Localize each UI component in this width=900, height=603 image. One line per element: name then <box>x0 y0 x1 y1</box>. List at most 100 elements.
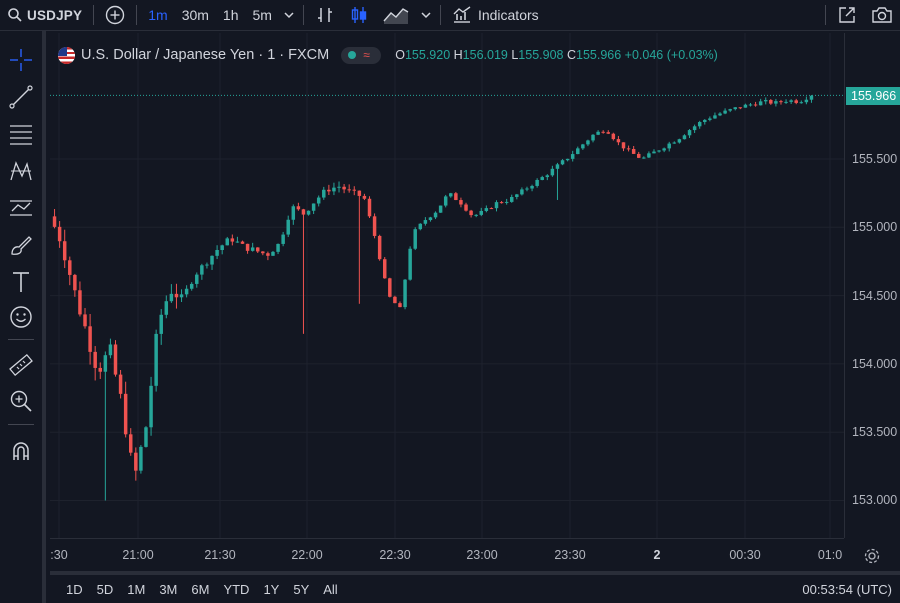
candle-body <box>738 107 743 109</box>
area-chart-icon <box>383 8 409 24</box>
pattern-icon <box>10 161 32 181</box>
measure-tool[interactable] <box>7 351 35 379</box>
crosshair-tool[interactable] <box>7 46 35 74</box>
candle-body <box>144 427 148 447</box>
candle-body <box>276 243 280 252</box>
utc-clock[interactable]: 00:53:54 (UTC) <box>795 582 900 597</box>
candle-body <box>606 132 610 134</box>
text-tool[interactable] <box>7 268 35 296</box>
price-tick: 153.000 <box>852 493 898 507</box>
range-3m[interactable]: 3M <box>152 582 184 597</box>
projection-tool[interactable] <box>7 194 35 222</box>
time-tick: 22:00 <box>291 548 323 562</box>
interval-1m[interactable]: 1m <box>141 0 174 31</box>
fullscreen-button[interactable] <box>830 0 864 31</box>
candle-body <box>723 110 727 114</box>
candle-body <box>286 219 290 235</box>
time-tick: 01:0 <box>817 548 843 562</box>
range-5d[interactable]: 5D <box>90 582 121 597</box>
price-tick: 155.000 <box>852 220 898 234</box>
plus-circle-icon <box>106 5 125 25</box>
candle-body <box>281 234 285 244</box>
candle-body <box>418 223 423 230</box>
indicators-button[interactable]: Indicators <box>445 0 546 31</box>
candles-chart-type-button[interactable] <box>342 0 376 31</box>
candle-body <box>692 126 697 131</box>
candle-body <box>758 101 763 106</box>
magnet-tool[interactable] <box>7 437 35 465</box>
horizontal-lines-tool[interactable] <box>7 120 35 148</box>
candle-body <box>535 179 539 186</box>
candle-body <box>215 250 219 256</box>
search-icon <box>8 8 22 22</box>
range-1d[interactable]: 1D <box>59 582 90 597</box>
candle-body <box>377 235 382 260</box>
text-icon <box>13 272 29 292</box>
chart-settings-button[interactable] <box>862 546 882 566</box>
indicators-label: Indicators <box>477 7 539 23</box>
range-6m[interactable]: 6M <box>184 582 216 597</box>
candle-body <box>195 274 199 284</box>
candle-body <box>352 189 356 191</box>
area-chart-type-button[interactable] <box>376 0 416 31</box>
candle-body <box>682 135 687 140</box>
range-5y[interactable]: 5Y <box>286 582 316 597</box>
candle-body <box>708 118 712 120</box>
candle-body <box>403 279 407 308</box>
chart-type-dropdown[interactable] <box>416 0 436 31</box>
pattern-tool[interactable] <box>7 157 35 185</box>
interval-30m[interactable]: 30m <box>175 0 216 31</box>
range-1m[interactable]: 1M <box>120 582 152 597</box>
emoji-tool[interactable] <box>7 303 35 331</box>
time-axis[interactable]: :30 21:00 21:30 22:00 22:30 23:00 23:30 … <box>50 538 844 571</box>
candle-body <box>68 260 72 275</box>
candle-body <box>388 278 392 297</box>
interval-dropdown[interactable] <box>279 0 299 31</box>
gear-icon <box>864 548 880 564</box>
candle-body <box>225 238 229 246</box>
interval-5m[interactable]: 5m <box>246 0 279 31</box>
candle-body <box>306 210 311 215</box>
candle-body <box>322 189 326 198</box>
trend-line-tool[interactable] <box>7 83 35 111</box>
candle-body <box>753 104 758 106</box>
candle-body <box>728 109 732 111</box>
bar-chart-type-button[interactable] <box>308 0 342 31</box>
candle-body <box>601 131 605 133</box>
candle-body <box>581 144 585 149</box>
compare-button[interactable] <box>98 0 132 31</box>
candle-body <box>657 150 661 152</box>
range-all[interactable]: All <box>316 582 344 597</box>
candle-body <box>631 148 636 154</box>
price-axis[interactable]: 155.500 155.000 154.500 154.000 153.500 … <box>844 33 900 538</box>
candle-body <box>205 264 209 266</box>
brush-tool[interactable] <box>7 231 35 259</box>
candle-body <box>494 202 499 209</box>
symbol-search[interactable]: USDJPY <box>0 0 89 31</box>
candle-body <box>530 185 534 189</box>
zoom-tool[interactable] <box>7 387 35 415</box>
candle-body <box>78 290 82 315</box>
time-tick: :30 <box>50 548 68 562</box>
bars-icon <box>317 8 332 22</box>
price-chart[interactable] <box>50 33 844 538</box>
candle-body <box>697 122 702 127</box>
range-1y[interactable]: 1Y <box>256 582 286 597</box>
candle-body <box>809 95 814 100</box>
range-ytd[interactable]: YTD <box>216 582 256 597</box>
candle-body <box>301 209 306 215</box>
interval-1h[interactable]: 1h <box>216 0 246 31</box>
candle-body <box>784 101 788 103</box>
candle-body <box>565 158 570 161</box>
snapshot-button[interactable] <box>864 0 900 31</box>
candle-body <box>118 374 123 394</box>
chart-pane[interactable] <box>50 33 844 538</box>
candle-body <box>570 154 575 159</box>
magnet-icon <box>13 442 29 460</box>
candle-body <box>479 210 483 215</box>
symbol-description[interactable]: U.S. Dollar / Japanese Yen · 1 · FXCM <box>81 47 329 63</box>
high-value: 156.019 <box>462 48 508 62</box>
candle-body <box>123 393 128 435</box>
candle-body <box>73 274 77 291</box>
market-status-toggle[interactable]: ≈ <box>341 46 382 64</box>
